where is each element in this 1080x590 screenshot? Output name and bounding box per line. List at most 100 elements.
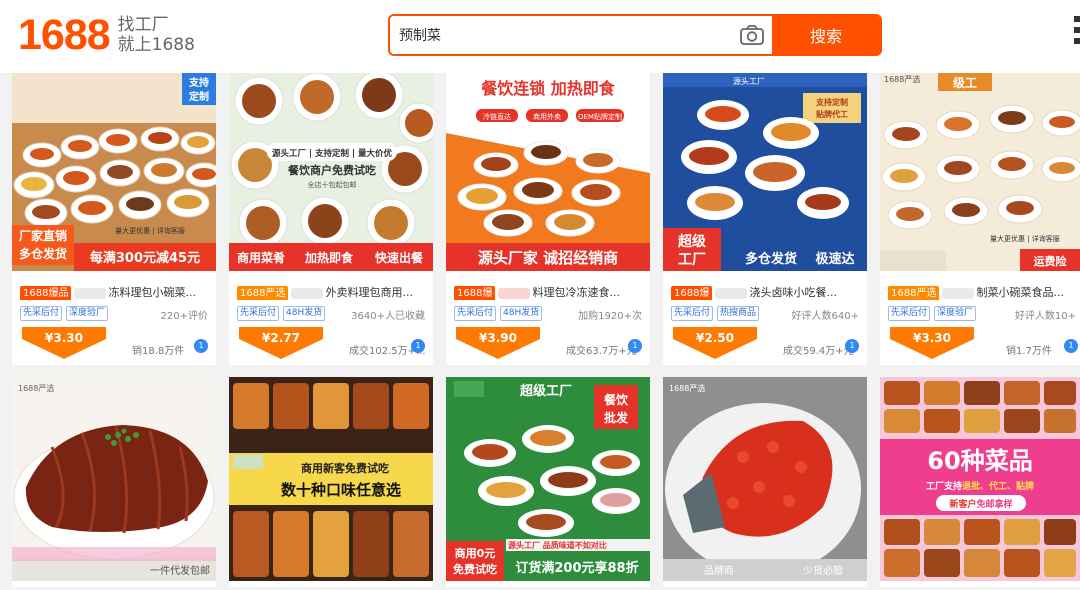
product-title[interactable]: 1688爆 料理包冷冻速食...	[454, 284, 644, 300]
product-badge: 1688严选	[888, 286, 940, 300]
image-banner: 源头厂家 诚招经销商	[478, 249, 618, 267]
product-stat: 好评人数10+	[1014, 311, 1076, 322]
product-card[interactable]: 1688严选 一件代发包邮	[12, 377, 216, 587]
image-caption: 1688严选	[884, 74, 920, 84]
search-input[interactable]	[390, 16, 732, 54]
product-tags: 先采后付 热搜商品	[671, 306, 763, 321]
product-tag: 热搜商品	[717, 306, 760, 321]
image-banner: 多仓发货	[745, 251, 797, 267]
product-card[interactable]: 支持 定制 厂家直销 多仓发货 每满300元减45元 量大更优惠 | 详询客服 …	[12, 73, 216, 365]
image-caption: 餐饮连锁 加热即食	[480, 79, 616, 98]
product-price: ¥3.30	[913, 331, 951, 345]
image-banner: 加热即食	[304, 250, 354, 265]
product-stat: 3640+人已收藏	[351, 311, 425, 322]
product-stat: 220+评价	[160, 311, 208, 322]
image-banner: 工厂	[678, 252, 706, 268]
logo-slogan: 找工厂 就上1688	[118, 15, 195, 55]
menu-icon[interactable]	[1074, 16, 1080, 56]
product-tags: 先采后付 深度验厂	[888, 306, 980, 321]
product-card[interactable]: 商用新客免费试吃 数十种口味任意选	[229, 377, 433, 587]
svg-text:级工: 级工	[953, 75, 977, 90]
svg-text:免费试吃: 免费试吃	[453, 562, 497, 576]
image-caption: 60种菜品	[927, 447, 1032, 475]
product-card[interactable]: 1688严选 品牌商 少货必赔	[663, 377, 867, 587]
product-title[interactable]: 1688爆品 冻料理包小碗菜...	[20, 284, 210, 300]
product-tag: 深度验厂	[934, 306, 977, 321]
product-title[interactable]: 1688严选 外卖料理包商用...	[237, 284, 427, 300]
image-banner: 超级	[677, 233, 707, 250]
info-icon[interactable]: 1	[628, 339, 642, 353]
svg-text:新客户免邮拿样: 新客户免邮拿样	[949, 498, 1012, 510]
info-icon[interactable]: 1	[845, 339, 859, 353]
svg-text:商用0元: 商用0元	[455, 546, 496, 560]
price-tag: ¥2.50	[673, 327, 757, 359]
product-card[interactable]: 源头工厂 | 支持定制 | 量大价优 餐饮商户免费试吃 全店十包起包邮 商用菜肴…	[229, 73, 433, 365]
info-icon[interactable]: 1	[1064, 339, 1078, 353]
image-caption: 定制	[189, 90, 209, 103]
image-banner: 厂家直销	[19, 228, 67, 243]
product-image[interactable]: 源头工厂 | 支持定制 | 量大价优 餐饮商户免费试吃 全店十包起包邮 商用菜肴…	[229, 73, 433, 271]
search-button[interactable]: 搜索	[772, 16, 880, 54]
product-card[interactable]: 餐饮连锁 加热即食 冷链直达 商用外卖 OEM贴牌定制 源头厂家 诚招经销商 1…	[446, 73, 650, 365]
logo-text: 1688	[18, 11, 111, 59]
image-caption: 源头工厂	[272, 148, 307, 159]
svg-text:工厂支持退批、代工、贴牌: 工厂支持退批、代工、贴牌	[926, 480, 1034, 492]
image-banner: 少货必赔	[803, 564, 843, 577]
image-caption: 数十种口味任意选	[281, 481, 401, 499]
product-card[interactable]: 超级工厂 餐饮 批发 源头工厂 品质味道不如对比 商用0元 免费试吃 订货满20…	[446, 377, 650, 587]
top-header: 1688 找工厂 就上1688 搜索	[0, 0, 1080, 73]
image-caption: 商用新客免费试吃	[301, 461, 389, 475]
svg-text:支持定制: 支持定制	[815, 97, 848, 107]
image-banner: 快速出餐	[375, 250, 424, 265]
price-tag: ¥2.77	[239, 327, 323, 359]
image-banner: 极速达	[815, 251, 854, 267]
info-icon[interactable]: 1	[411, 339, 425, 353]
product-image[interactable]: 商用新客免费试吃 数十种口味任意选	[229, 377, 433, 581]
image-banner: 每满300元减45元	[90, 250, 200, 266]
product-image[interactable]: 1688严选 级工 量大更优惠 | 详询客服 运费险	[880, 73, 1080, 271]
product-card[interactable]: 1688严选 级工 量大更优惠 | 详询客服 运费险 1688严选 制菜小碗菜食…	[880, 73, 1080, 365]
image-banner: 一件代发包邮	[150, 564, 210, 577]
product-tags: 先采后付 48H发货	[237, 306, 329, 321]
product-title[interactable]: 1688爆 浇头卤味小吃餐...	[671, 284, 861, 300]
product-image[interactable]: 1688严选 品牌商 少货必赔	[663, 377, 867, 581]
product-sales: 成交59.4万+元	[783, 346, 854, 357]
svg-text:贴牌代工: 贴牌代工	[816, 109, 848, 119]
product-image[interactable]: 支持 定制 厂家直销 多仓发货 每满300元减45元 量大更优惠 | 详询客服	[12, 73, 216, 271]
product-image[interactable]: 1688严选 一件代发包邮	[12, 377, 216, 581]
product-grid: 支持 定制 厂家直销 多仓发货 每满300元减45元 量大更优惠 | 详询客服 …	[0, 73, 1080, 590]
product-tags: 先采后付 48H发货	[454, 306, 546, 321]
image-corner: 量大更优惠 | 详询客服	[115, 226, 185, 235]
product-image[interactable]: 源头工厂 支持定制 贴牌代工 超级 工厂 多仓发货 极速达	[663, 73, 867, 271]
product-image[interactable]: 餐饮连锁 加热即食 冷链直达 商用外卖 OEM贴牌定制 源头厂家 诚招经销商	[446, 73, 650, 271]
svg-text:冷链直达: 冷链直达	[483, 112, 511, 121]
image-banner: 订货满200元享88折	[515, 560, 638, 576]
price-tag: ¥3.30	[22, 327, 106, 359]
slogan-line-1: 找工厂	[117, 15, 169, 35]
product-tag: 先采后付	[454, 306, 497, 321]
product-title[interactable]: 1688严选 制菜小碗菜食品...	[888, 284, 1074, 300]
product-image[interactable]: 超级工厂 餐饮 批发 源头工厂 品质味道不如对比 商用0元 免费试吃 订货满20…	[446, 377, 650, 581]
image-caption: 源头工厂	[733, 76, 765, 86]
product-tags: 先采后付 深度验厂	[20, 306, 112, 321]
svg-text:源头工厂 | 支持定制 | 量大价优: 源头工厂 | 支持定制 | 量大价优	[272, 148, 393, 159]
product-price: ¥3.30	[45, 331, 83, 345]
product-tag: 深度验厂	[66, 306, 109, 321]
camera-icon[interactable]	[732, 16, 772, 54]
product-card[interactable]: 源头工厂 支持定制 贴牌代工 超级 工厂 多仓发货 极速达 1688爆 浇头卤味小…	[663, 73, 867, 365]
svg-text:餐饮: 餐饮	[604, 392, 629, 407]
product-badge: 1688爆	[671, 286, 713, 300]
product-tag: 先采后付	[888, 306, 931, 321]
product-price: ¥2.50	[696, 331, 734, 345]
site-logo[interactable]: 1688 找工厂 就上1688	[18, 12, 195, 58]
product-image[interactable]: 60种菜品 工厂支持退批、代工、贴牌 新客户免邮拿样	[880, 377, 1080, 581]
svg-text:源头工厂 品质味道不如对比: 源头工厂 品质味道不如对比	[508, 540, 607, 550]
product-badge: 1688爆品	[20, 286, 72, 300]
image-banner: 运费险	[1034, 254, 1068, 268]
info-icon[interactable]: 1	[194, 339, 208, 353]
svg-text:OEM贴牌定制: OEM贴牌定制	[578, 112, 622, 121]
image-banner: 多仓发货	[19, 246, 67, 261]
product-tag: 先采后付	[20, 306, 63, 321]
product-price: ¥2.77	[262, 331, 300, 345]
product-card[interactable]: 60种菜品 工厂支持退批、代工、贴牌 新客户免邮拿样	[880, 377, 1080, 587]
